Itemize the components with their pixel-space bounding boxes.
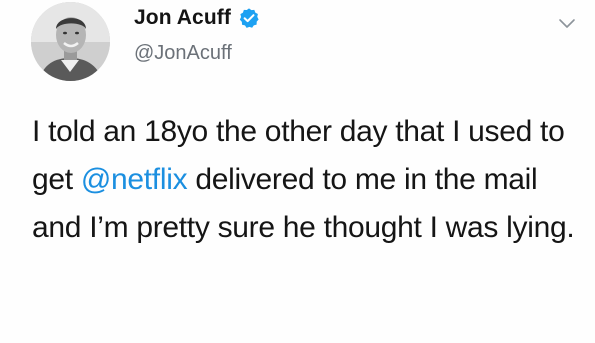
mention-link[interactable]: @netflix bbox=[81, 163, 188, 196]
avatar-photo bbox=[31, 2, 110, 81]
author-name-row: Jon Acuff bbox=[134, 6, 260, 30]
author-display-name[interactable]: Jon Acuff bbox=[134, 6, 231, 30]
chevron-down-icon[interactable] bbox=[557, 16, 577, 30]
verified-badge-icon bbox=[239, 8, 259, 28]
author-handle[interactable]: @JonAcuff bbox=[134, 42, 232, 65]
avatar[interactable] bbox=[31, 2, 110, 81]
tweet-card: Jon Acuff @JonAcuff I told an 18yo the o… bbox=[0, 0, 595, 343]
tweet-text: I told an 18yo the other day that I used… bbox=[32, 108, 582, 252]
